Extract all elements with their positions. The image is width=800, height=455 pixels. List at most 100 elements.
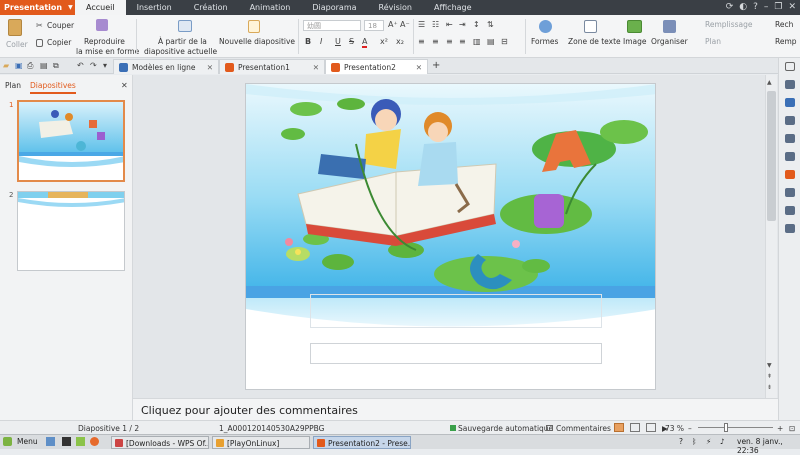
tab-plan[interactable]: Plan xyxy=(5,81,21,90)
sorter-view-icon[interactable] xyxy=(630,423,640,432)
line-spacing-icon[interactable]: ↕ xyxy=(473,20,480,29)
scroll-up-icon[interactable]: ▲ xyxy=(767,79,772,86)
slide-editor[interactable] xyxy=(245,83,656,390)
indent-icon[interactable]: ⇥ xyxy=(459,20,466,29)
close-icon[interactable]: ✕ xyxy=(313,63,319,72)
columns-icon[interactable]: ▤ xyxy=(487,37,495,46)
text-box-button[interactable]: Zone de texte xyxy=(568,37,621,46)
comments-button[interactable]: Commentaires xyxy=(556,424,611,433)
text-box-icon[interactable] xyxy=(584,20,597,33)
subtitle-placeholder[interactable] xyxy=(310,343,602,364)
justify-icon[interactable]: ≡ xyxy=(459,37,466,46)
next-slide-icon[interactable]: ⇟ xyxy=(767,384,772,391)
replace-button[interactable]: Remp xyxy=(775,37,797,46)
align-center-icon[interactable]: ≡ xyxy=(432,37,439,46)
transition-icon[interactable] xyxy=(785,134,795,143)
new-slide-icon[interactable] xyxy=(248,20,260,33)
font-name-select[interactable]: 幼圆 xyxy=(303,20,361,31)
tab-diapositives[interactable]: Diapositives xyxy=(30,81,76,94)
files-icon[interactable] xyxy=(76,437,85,446)
close-icon[interactable]: ✕ xyxy=(207,63,213,72)
style-icon[interactable] xyxy=(785,98,795,107)
shape-icon[interactable] xyxy=(785,188,795,197)
show-desktop-icon[interactable] xyxy=(46,437,55,446)
title-placeholder[interactable] xyxy=(310,294,602,328)
tab-diaporama[interactable]: Diaporama xyxy=(301,0,367,15)
tab-presentation1[interactable]: Presentation1 ✕ xyxy=(219,59,325,74)
normal-view-icon[interactable] xyxy=(614,423,624,432)
slide-thumbnail-1[interactable] xyxy=(17,100,125,182)
zoom-out-icon[interactable]: – xyxy=(688,424,692,433)
mint-menu-icon[interactable] xyxy=(3,437,12,446)
paste-button[interactable]: Coller xyxy=(6,40,28,49)
redo-icon[interactable]: ↷ xyxy=(90,61,97,70)
open-icon[interactable]: ▰ xyxy=(3,61,9,70)
from-current-label-1[interactable]: À partir de la xyxy=(158,37,207,46)
new-tab-icon[interactable]: + xyxy=(432,60,440,71)
zoom-level[interactable]: 73 % xyxy=(665,424,684,433)
shapes-button[interactable]: Formes xyxy=(531,37,558,46)
zoom-slider[interactable] xyxy=(698,427,773,428)
start-menu-button[interactable]: Menu xyxy=(17,437,38,446)
outdent-icon[interactable]: ⇤ xyxy=(446,20,453,29)
vertical-scrollbar[interactable]: ▲ ▼ ⇞ ⇟ xyxy=(765,75,777,398)
zoom-slider-thumb[interactable] xyxy=(724,423,728,432)
settings-icon[interactable] xyxy=(785,224,795,233)
terminal-icon[interactable] xyxy=(62,437,71,446)
find-button[interactable]: Rech xyxy=(775,20,793,29)
autosave-status[interactable]: Sauvegarde automatique xyxy=(458,424,553,433)
taskbar-item-playonlinux[interactable]: [PlayOnLinux] xyxy=(212,436,310,449)
copy-button[interactable]: Copier xyxy=(47,38,71,47)
help-icon[interactable]: ? xyxy=(753,2,758,12)
taskbar-item-presentation2[interactable]: Presentation2 - Prese... xyxy=(313,436,411,449)
outline-button[interactable]: Plan xyxy=(705,37,721,46)
print-icon[interactable]: ⎙ xyxy=(27,61,33,71)
tab-presentation2[interactable]: Presentation2 ✕ xyxy=(325,59,428,74)
app-menu-button[interactable]: Presentation ▼ xyxy=(0,0,75,15)
scroll-down-icon[interactable]: ▼ xyxy=(767,362,772,369)
scroll-thumb[interactable] xyxy=(767,91,776,221)
zoom-in-icon[interactable]: + xyxy=(777,424,783,433)
save-icon[interactable]: ▣ xyxy=(15,61,23,70)
tab-online-templates[interactable]: Modèles en ligne ✕ xyxy=(113,59,219,74)
font-size-select[interactable]: 18 xyxy=(364,20,384,31)
font-color-icon[interactable]: A xyxy=(362,37,368,48)
skin-icon[interactable]: ◐ xyxy=(739,2,747,12)
strike-button[interactable]: S xyxy=(349,37,354,46)
share-icon[interactable] xyxy=(785,170,795,179)
paste-icon[interactable] xyxy=(8,19,22,36)
preview-icon[interactable]: ▤ xyxy=(40,61,48,70)
tab-insertion[interactable]: Insertion xyxy=(126,0,183,15)
align-right-icon[interactable]: ≡ xyxy=(446,37,453,46)
undo-icon[interactable]: ↶ xyxy=(77,61,84,70)
animation-icon[interactable] xyxy=(785,116,795,125)
chevron-down-icon[interactable]: ▾ xyxy=(103,61,107,70)
align-left-icon[interactable]: ≡ xyxy=(418,37,425,46)
arrange-icon[interactable] xyxy=(663,20,676,33)
bold-button[interactable]: B xyxy=(305,37,311,46)
format-painter-label-2[interactable]: la mise en forme xyxy=(76,47,139,56)
tab-affichage[interactable]: Affichage xyxy=(423,0,483,15)
restore-icon[interactable]: ❐ xyxy=(774,2,782,12)
pane-toggle-icon[interactable] xyxy=(785,62,795,71)
numbered-list-icon[interactable]: ☷ xyxy=(432,20,439,29)
taskbar-item-downloads[interactable]: [Downloads - WPS Of... xyxy=(111,436,209,449)
subscript-icon[interactable]: x₂ xyxy=(396,37,404,46)
tab-creation[interactable]: Création xyxy=(183,0,239,15)
cut-button[interactable]: Couper xyxy=(47,21,74,30)
underline-button[interactable]: U xyxy=(335,37,341,46)
close-pane-icon[interactable]: ✕ xyxy=(121,81,128,90)
select-icon[interactable] xyxy=(785,80,795,89)
bluetooth-icon[interactable]: ᛒ xyxy=(692,437,697,446)
new-slide-button[interactable]: Nouvelle diapositive xyxy=(219,37,295,46)
network-icon[interactable]: ⚡ xyxy=(706,437,711,446)
arrange-button[interactable]: Organiser xyxy=(651,37,688,46)
tab-revision[interactable]: Révision xyxy=(368,0,423,15)
text-align-icon[interactable]: ⊟ xyxy=(501,37,508,46)
tab-animation[interactable]: Animation xyxy=(239,0,302,15)
text-direction-icon[interactable]: ⇅ xyxy=(487,20,494,29)
volume-icon[interactable]: ♪ xyxy=(720,437,725,446)
superscript-icon[interactable]: x² xyxy=(380,37,388,46)
help-pane-icon[interactable] xyxy=(785,206,795,215)
backup-icon[interactable] xyxy=(785,152,795,161)
